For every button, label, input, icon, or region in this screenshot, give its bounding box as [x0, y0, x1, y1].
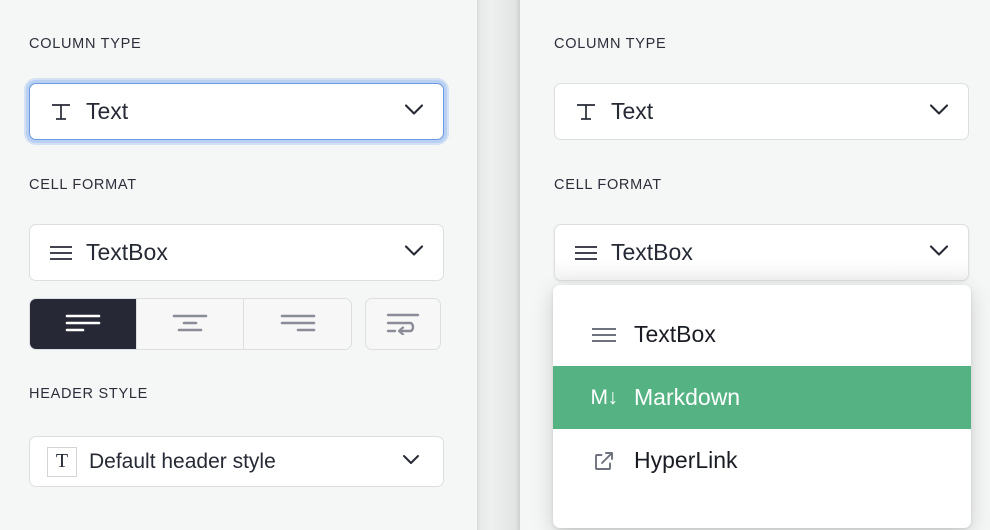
- dropdown-option-label: TextBox: [634, 321, 716, 347]
- column-type-select[interactable]: Text: [29, 83, 444, 140]
- dropdown-top-padding: [553, 285, 971, 303]
- panel-divider: [477, 0, 520, 530]
- header-style-select[interactable]: T Default header style: [29, 436, 444, 487]
- chevron-down-icon: [928, 102, 950, 121]
- align-left-button[interactable]: [30, 299, 137, 349]
- boxed-T-glyph: T: [47, 446, 77, 477]
- hamburger-lines-icon: [586, 325, 622, 345]
- cell-format-label-right: CELL FORMAT: [554, 177, 662, 193]
- dropdown-option-label: Markdown: [634, 384, 741, 410]
- dropdown-option-textbox[interactable]: TextBox: [553, 303, 971, 366]
- dropdown-option-hyperlink[interactable]: HyperLink: [553, 429, 971, 492]
- column-type-label: COLUMN TYPE: [29, 36, 142, 52]
- wrap-text-button[interactable]: [365, 298, 441, 350]
- alignment-toolbar: [29, 298, 441, 350]
- align-center-icon: [168, 309, 212, 340]
- dropdown-option-label: HyperLink: [634, 447, 738, 473]
- hamburger-lines-icon: [569, 243, 603, 263]
- settings-panels-screenshot: COLUMN TYPE Text CELL FORMAT TextBox HEA…: [0, 0, 990, 530]
- cell-format-select[interactable]: TextBox: [29, 224, 444, 281]
- boxed-T-icon: T: [46, 446, 78, 477]
- cell-format-value-right: TextBox: [611, 239, 693, 265]
- align-right-icon: [276, 309, 320, 340]
- chevron-down-icon: [401, 453, 421, 471]
- column-type-label-right: COLUMN TYPE: [554, 36, 667, 52]
- cell-format-value: TextBox: [86, 239, 168, 265]
- align-left-icon: [61, 309, 105, 340]
- align-right-button[interactable]: [244, 299, 351, 349]
- external-link-icon: [586, 449, 622, 473]
- alignment-button-group: [29, 298, 352, 350]
- chevron-down-icon: [928, 243, 950, 262]
- hamburger-lines-icon: [44, 243, 78, 263]
- column-type-value: Text: [86, 98, 129, 124]
- markdown-glyph: M↓: [590, 385, 619, 409]
- cell-format-label: CELL FORMAT: [29, 177, 137, 193]
- cell-format-dropdown-menu: TextBox M↓ Markdown HyperLink: [553, 285, 971, 528]
- header-style-label: HEADER STYLE: [29, 386, 149, 402]
- text-T-icon: [569, 99, 603, 125]
- column-type-value-right: Text: [611, 98, 654, 124]
- chevron-down-icon: [403, 102, 425, 121]
- wrap-text-icon: [383, 309, 423, 340]
- align-center-button[interactable]: [137, 299, 244, 349]
- left-settings-panel: COLUMN TYPE Text CELL FORMAT TextBox HEA…: [0, 0, 477, 530]
- right-settings-panel: COLUMN TYPE Text CELL FORMAT TextBox Tex…: [520, 0, 990, 530]
- header-style-value: Default header style: [89, 449, 276, 473]
- dropdown-option-markdown[interactable]: M↓ Markdown: [553, 366, 971, 429]
- cell-format-select-right[interactable]: TextBox: [554, 224, 969, 281]
- markdown-icon: M↓: [586, 386, 622, 410]
- text-T-icon: [44, 99, 78, 125]
- chevron-down-icon: [403, 243, 425, 262]
- column-type-select-right[interactable]: Text: [554, 83, 969, 140]
